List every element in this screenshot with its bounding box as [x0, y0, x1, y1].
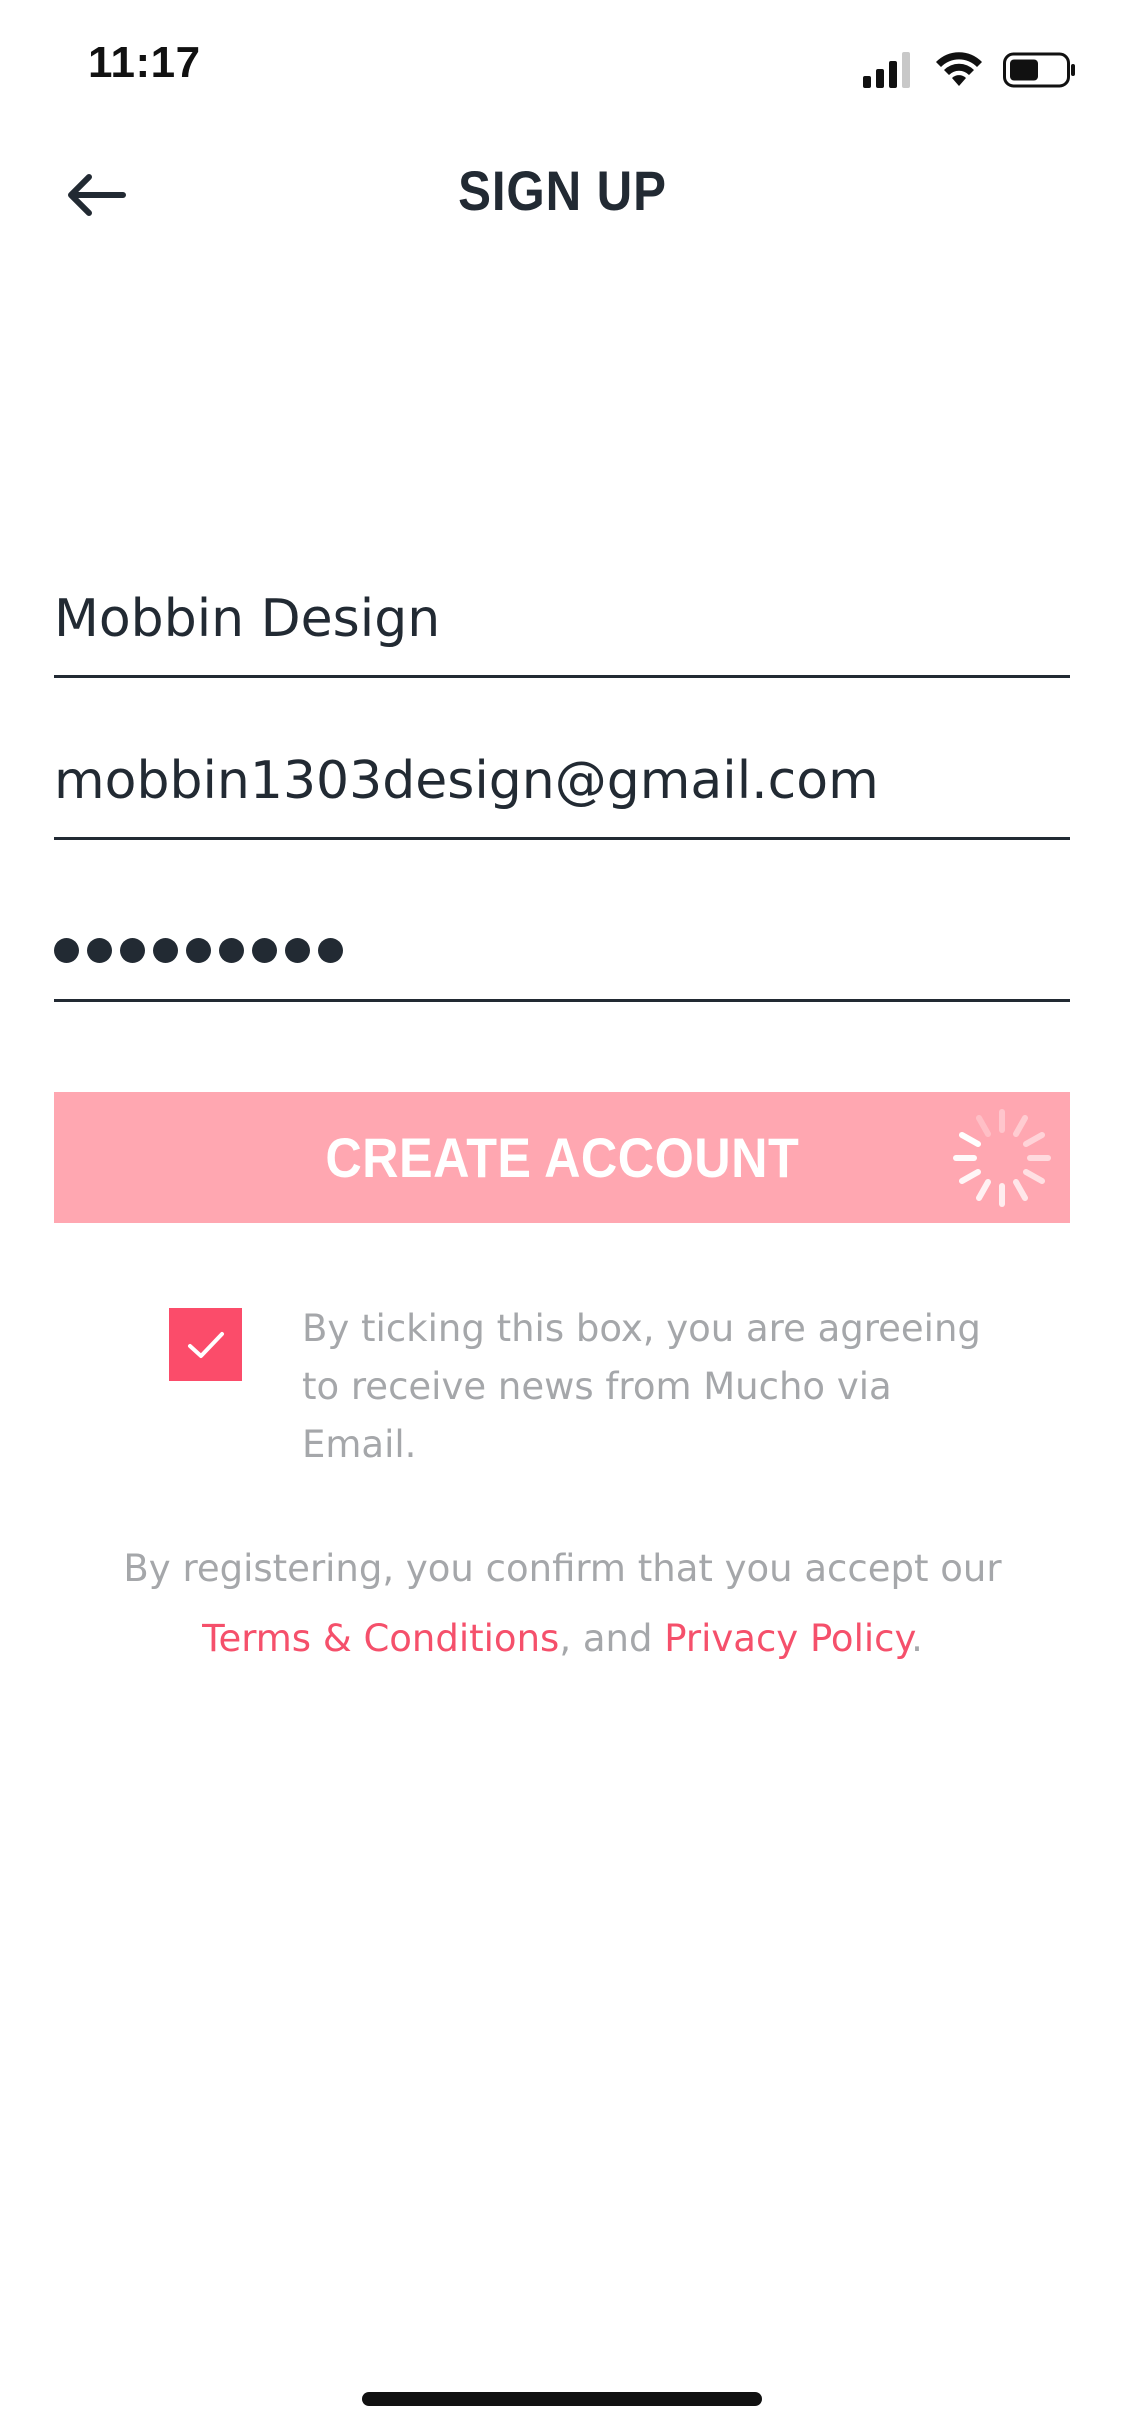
password-dot: [54, 938, 79, 963]
password-dot: [153, 938, 178, 963]
news-consent-row: By ticking this box, you are agreeing to…: [169, 1300, 1029, 1466]
consent-text-line2: to receive news from Mucho via Email.: [302, 1365, 892, 1466]
home-indicator[interactable]: [362, 2392, 762, 2406]
password-field[interactable]: [54, 882, 1070, 1002]
status-bar: 11:17: [0, 0, 1125, 140]
legal-line2: Terms & Conditions, and Privacy Policy.: [0, 1604, 1125, 1674]
password-dot: [87, 938, 112, 963]
name-field[interactable]: [54, 558, 1070, 678]
status-icons: [863, 48, 1077, 92]
nav-bar: SIGN UP: [0, 140, 1125, 250]
create-account-label: CREATE ACCOUNT: [325, 1126, 799, 1189]
status-time: 11:17: [88, 38, 201, 87]
privacy-policy-link[interactable]: Privacy Policy: [664, 1617, 911, 1660]
legal-end: .: [911, 1617, 923, 1660]
checkmark-icon: [187, 1331, 224, 1358]
email-field[interactable]: [54, 720, 1070, 840]
password-masked-value[interactable]: [54, 938, 343, 963]
news-consent-text: By ticking this box, you are agreeing to…: [302, 1300, 982, 1474]
password-dot: [186, 938, 211, 963]
battery-icon: [1003, 52, 1075, 88]
cellular-signal-icon: [863, 52, 910, 88]
password-dot: [318, 938, 343, 963]
name-input[interactable]: [54, 589, 1070, 649]
consent-text-line1: By ticking this box, you are agreeing: [302, 1307, 981, 1350]
loading-spinner-icon: [953, 1109, 1051, 1207]
page-title: SIGN UP: [458, 159, 667, 222]
password-dot: [252, 938, 277, 963]
legal-notice: By registering, you confirm that you acc…: [0, 1534, 1125, 1674]
terms-link[interactable]: Terms & Conditions: [202, 1617, 559, 1660]
legal-separator: , and: [559, 1617, 665, 1660]
password-dot: [285, 938, 310, 963]
legal-line1: By registering, you confirm that you acc…: [123, 1547, 1002, 1590]
password-dot: [219, 938, 244, 963]
create-account-button[interactable]: CREATE ACCOUNT: [54, 1092, 1070, 1223]
password-dot: [120, 938, 145, 963]
email-input[interactable]: [54, 751, 1070, 811]
news-consent-checkbox[interactable]: [169, 1308, 242, 1381]
wifi-icon: [936, 52, 982, 86]
